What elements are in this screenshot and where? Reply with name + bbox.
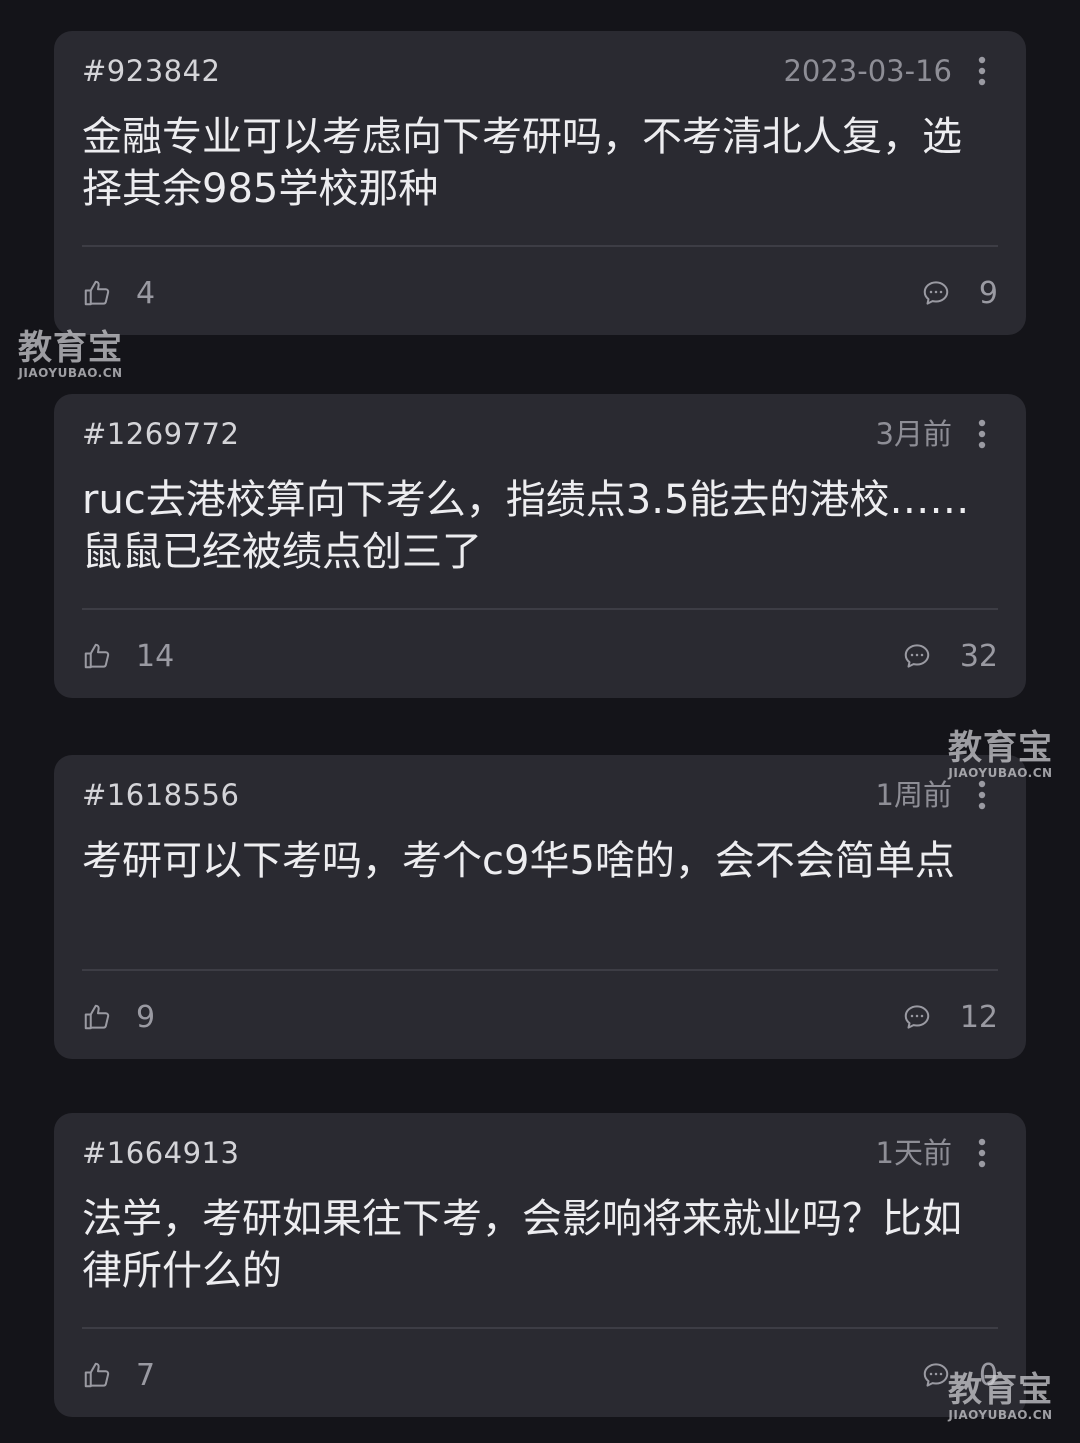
post-body[interactable]: ruc去港校算向下考么，指绩点3.5能去的港校……鼠鼠已经被绩点创三了 — [82, 474, 998, 578]
more-vertical-icon[interactable] — [974, 779, 990, 811]
watermark-logo: 教育宝 JIAOYUBAO.CN — [18, 330, 123, 380]
comment-button[interactable]: 32 — [902, 634, 998, 678]
post-feed: #923842 2023-03-16 金融专业可以考虑向下考研吗，不考清北人复，… — [0, 0, 1080, 1443]
post-footer: 7 0 — [82, 1353, 998, 1397]
comment-count: 0 — [978, 1357, 998, 1393]
thumbs-up-icon — [82, 641, 112, 671]
chat-bubble-icon — [921, 1360, 951, 1390]
post-id: #923842 — [82, 54, 221, 88]
like-count: 9 — [136, 999, 156, 1035]
post-footer: 4 9 — [82, 271, 998, 315]
watermark-main-text: 教育宝 — [18, 328, 123, 368]
post-header: #923842 2023-03-16 — [82, 51, 998, 91]
thumbs-up-icon — [82, 1360, 112, 1390]
post-card[interactable]: #923842 2023-03-16 金融专业可以考虑向下考研吗，不考清北人复，… — [54, 31, 1026, 335]
comment-count: 9 — [978, 275, 998, 311]
comment-count: 12 — [959, 999, 998, 1035]
post-header: #1618556 1周前 — [82, 775, 998, 815]
like-count: 7 — [136, 1357, 156, 1393]
post-id: #1269772 — [82, 417, 240, 451]
comment-button[interactable]: 0 — [921, 1353, 998, 1397]
chat-bubble-icon — [921, 278, 951, 308]
comment-count: 32 — [959, 638, 998, 674]
more-vertical-icon[interactable] — [974, 55, 990, 87]
like-button[interactable]: 7 — [82, 1353, 155, 1397]
thumbs-up-icon — [82, 1002, 112, 1032]
like-button[interactable]: 4 — [82, 271, 155, 315]
post-card[interactable]: #1618556 1周前 考研可以下考吗，考个c9华5啥的，会不会简单点 9 1… — [54, 755, 1026, 1059]
post-card[interactable]: #1664913 1天前 法学，考研如果往下考，会影响将来就业吗？比如律所什么的… — [54, 1113, 1026, 1417]
post-card[interactable]: #1269772 3月前 ruc去港校算向下考么，指绩点3.5能去的港校……鼠鼠… — [54, 394, 1026, 698]
like-button[interactable]: 9 — [82, 995, 155, 1039]
divider — [82, 245, 998, 247]
like-count: 4 — [136, 275, 156, 311]
post-header: #1664913 1天前 — [82, 1133, 998, 1173]
divider — [82, 1327, 998, 1329]
post-body[interactable]: 法学，考研如果往下考，会影响将来就业吗？比如律所什么的 — [82, 1193, 998, 1297]
like-button[interactable]: 14 — [82, 634, 174, 678]
chat-bubble-icon — [902, 1002, 932, 1032]
post-time: 2023-03-16 — [783, 54, 952, 88]
post-body[interactable]: 考研可以下考吗，考个c9华5啥的，会不会简单点 — [82, 835, 998, 887]
post-id: #1664913 — [82, 1136, 240, 1170]
divider — [82, 608, 998, 610]
post-footer: 9 12 — [82, 995, 998, 1039]
thumbs-up-icon — [82, 278, 112, 308]
post-footer: 14 32 — [82, 634, 998, 678]
like-count: 14 — [136, 638, 175, 674]
post-time: 1天前 — [875, 1136, 952, 1170]
post-header: #1269772 3月前 — [82, 414, 998, 454]
post-time: 3月前 — [875, 417, 952, 451]
more-vertical-icon[interactable] — [974, 418, 990, 450]
post-time: 1周前 — [875, 778, 952, 812]
chat-bubble-icon — [902, 641, 932, 671]
watermark-sub-text: JIAOYUBAO.CN — [18, 366, 123, 380]
comment-button[interactable]: 9 — [921, 271, 998, 315]
post-id: #1618556 — [82, 778, 240, 812]
comment-button[interactable]: 12 — [902, 995, 998, 1039]
more-vertical-icon[interactable] — [974, 1137, 990, 1169]
post-body[interactable]: 金融专业可以考虑向下考研吗，不考清北人复，选择其余985学校那种 — [82, 111, 998, 215]
divider — [82, 969, 998, 971]
